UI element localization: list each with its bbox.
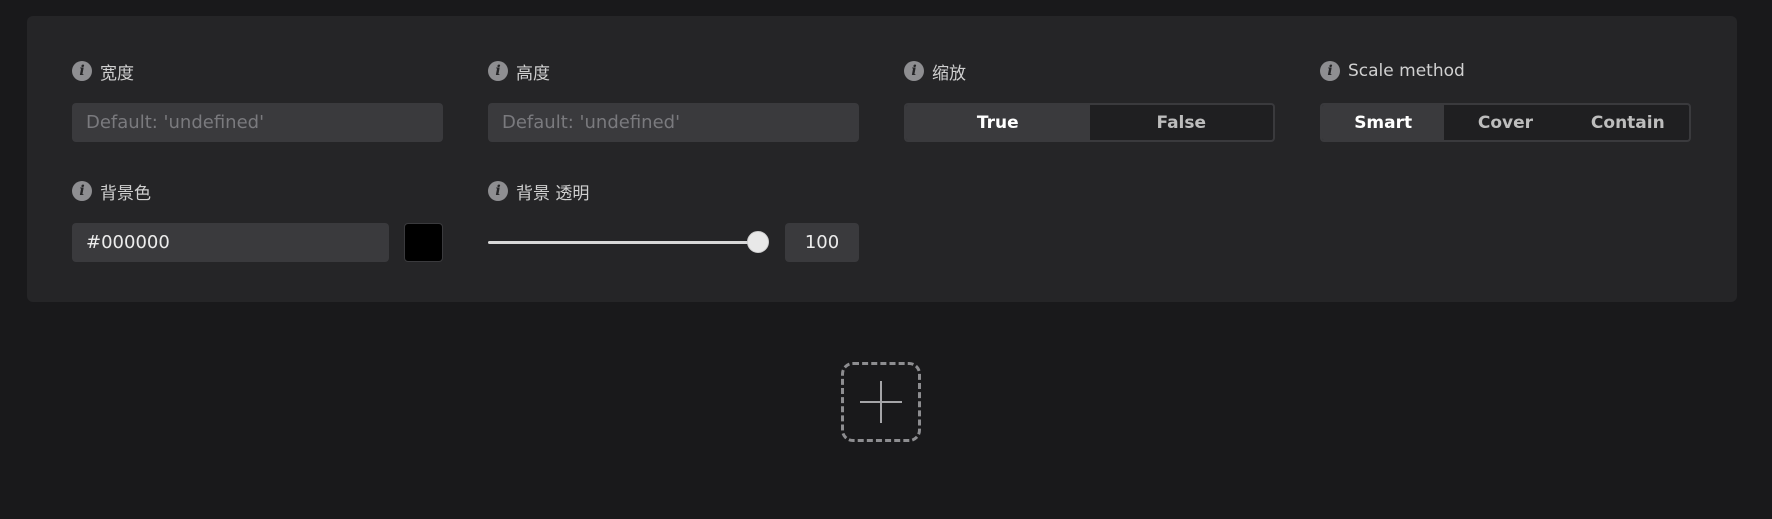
add-button[interactable] bbox=[841, 362, 921, 442]
scale-option-true[interactable]: True bbox=[906, 105, 1090, 140]
settings-panel: i 宽度 i 高度 i 缩放 True False i Scale method… bbox=[27, 16, 1737, 302]
scale-method-label: Scale method bbox=[1348, 61, 1465, 81]
background-opacity-label: 背景 透明 bbox=[516, 183, 590, 204]
info-icon[interactable]: i bbox=[72, 181, 92, 201]
height-label: 高度 bbox=[516, 63, 550, 84]
plus-icon bbox=[860, 381, 902, 423]
background-opacity-label-row: i 背景 透明 bbox=[488, 179, 859, 204]
info-icon[interactable]: i bbox=[488, 61, 508, 81]
scale-label: 缩放 bbox=[932, 63, 966, 84]
scale-method-option-smart[interactable]: Smart bbox=[1322, 105, 1445, 140]
background-color-label-row: i 背景色 bbox=[72, 179, 443, 204]
scale-method-label-row: i Scale method bbox=[1320, 59, 1691, 83]
opacity-slider-thumb[interactable] bbox=[747, 231, 769, 253]
scale-method-field: i Scale method Smart Cover Contain bbox=[1320, 59, 1691, 142]
width-label-row: i 宽度 bbox=[72, 59, 443, 84]
opacity-slider-track[interactable] bbox=[488, 241, 758, 244]
background-color-input[interactable] bbox=[72, 223, 389, 262]
scale-label-row: i 缩放 bbox=[904, 59, 1275, 84]
scale-toggle: True False bbox=[904, 103, 1275, 142]
width-field: i 宽度 bbox=[72, 59, 443, 142]
info-icon[interactable]: i bbox=[72, 61, 92, 81]
width-input[interactable] bbox=[72, 103, 443, 142]
background-opacity-field: i 背景 透明 100 bbox=[488, 179, 859, 262]
height-label-row: i 高度 bbox=[488, 59, 859, 84]
scale-method-toggle: Smart Cover Contain bbox=[1320, 103, 1691, 142]
height-input[interactable] bbox=[488, 103, 859, 142]
opacity-value-box[interactable]: 100 bbox=[785, 223, 859, 262]
background-color-field: i 背景色 bbox=[72, 179, 443, 262]
info-icon[interactable]: i bbox=[488, 181, 508, 201]
color-swatch-button[interactable] bbox=[404, 223, 443, 262]
scale-method-option-contain[interactable]: Contain bbox=[1567, 105, 1689, 140]
info-icon[interactable]: i bbox=[1320, 61, 1340, 81]
scale-field: i 缩放 True False bbox=[904, 59, 1275, 142]
scale-option-false[interactable]: False bbox=[1090, 105, 1274, 140]
background-color-label: 背景色 bbox=[100, 183, 151, 204]
height-field: i 高度 bbox=[488, 59, 859, 142]
scale-method-option-cover[interactable]: Cover bbox=[1444, 105, 1566, 140]
info-icon[interactable]: i bbox=[904, 61, 924, 81]
width-label: 宽度 bbox=[100, 63, 134, 84]
